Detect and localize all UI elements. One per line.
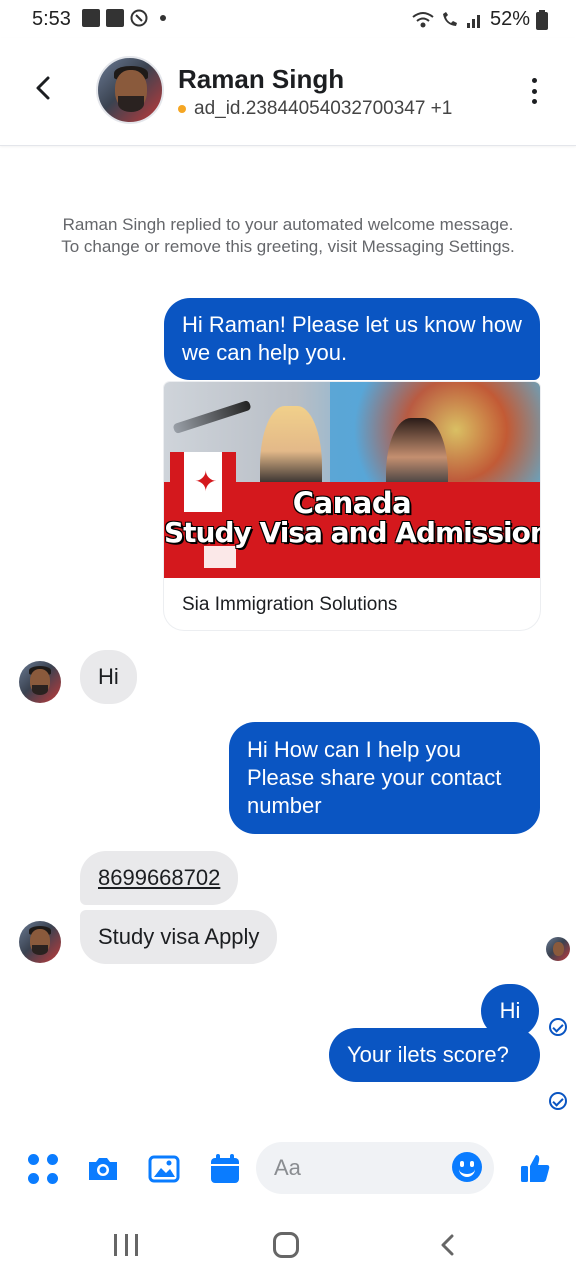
incoming-message[interactable]: Hi: [80, 650, 137, 704]
wifi-calling-icon: [442, 11, 457, 26]
outgoing-message[interactable]: Hi Raman! Please let us know how we can …: [164, 298, 540, 380]
outgoing-message[interactable]: Your ilets score?: [329, 1028, 540, 1082]
incoming-message[interactable]: Study visa Apply: [80, 910, 278, 964]
timer-notification-icon: [130, 9, 148, 27]
system-back-icon[interactable]: [438, 1234, 458, 1256]
message-composer: Aa: [0, 1138, 576, 1198]
conversation-header: Raman Singh ad_id.23844054032700347 +1: [0, 38, 576, 146]
banner-subtitle: Study Visa and Admissions: [164, 516, 540, 549]
more-dots-icon: [531, 78, 537, 83]
back-arrow-icon[interactable]: [30, 74, 58, 102]
incoming-phone-number[interactable]: 8699668702: [80, 851, 239, 905]
more-options-button[interactable]: [530, 78, 538, 104]
more-actions-icon[interactable]: [26, 1152, 60, 1186]
calendar-icon[interactable]: [208, 1152, 242, 1186]
system-status-icons: 52%: [412, 8, 548, 31]
home-icon[interactable]: [273, 1232, 299, 1258]
notification-icons: [82, 9, 166, 27]
thumbs-up-icon[interactable]: [518, 1152, 552, 1186]
contact-name[interactable]: Raman Singh: [178, 64, 344, 95]
delivered-check-icon: [549, 1018, 567, 1036]
facebook-notification-icon: [106, 9, 124, 27]
battery-icon: [536, 9, 548, 30]
link-preview-card[interactable]: ✦ Canada Study Visa and Admissions Sia I…: [164, 382, 540, 630]
camera-icon[interactable]: [86, 1152, 120, 1186]
status-dot: [178, 105, 186, 113]
link-preview-caption: Sia Immigration Solutions: [182, 594, 398, 615]
link-preview-image: ✦ Canada Study Visa and Admissions: [164, 382, 540, 578]
automated-greeting-notice: Raman Singh replied to your automated we…: [61, 215, 515, 256]
more-notifications-icon: [160, 15, 166, 21]
gallery-icon[interactable]: [147, 1152, 181, 1186]
contact-avatar[interactable]: [96, 56, 164, 124]
outgoing-message[interactable]: Hi How can I help you Please share your …: [229, 722, 540, 834]
banner-title: Canada: [292, 486, 412, 520]
emoji-icon[interactable]: [452, 1152, 482, 1182]
status-time: 5:53: [32, 8, 71, 30]
system-navigation-bar: [0, 1208, 576, 1280]
gallery-notification-icon: [82, 9, 100, 27]
delivered-check-icon: [549, 1092, 567, 1110]
signal-icon: [466, 14, 480, 28]
read-receipt-avatar: [546, 937, 570, 961]
recent-apps-icon[interactable]: [114, 1234, 138, 1256]
contact-message-avatar: [19, 921, 61, 963]
status-bar: 5:53 52%: [0, 0, 576, 38]
ad-id-label: ad_id.23844054032700347 +1: [194, 98, 453, 119]
contact-message-avatar: [19, 661, 61, 703]
wifi-icon: [412, 11, 434, 27]
contact-subtitle: ad_id.23844054032700347 +1: [178, 98, 452, 120]
battery-percent: 52%: [489, 8, 530, 30]
